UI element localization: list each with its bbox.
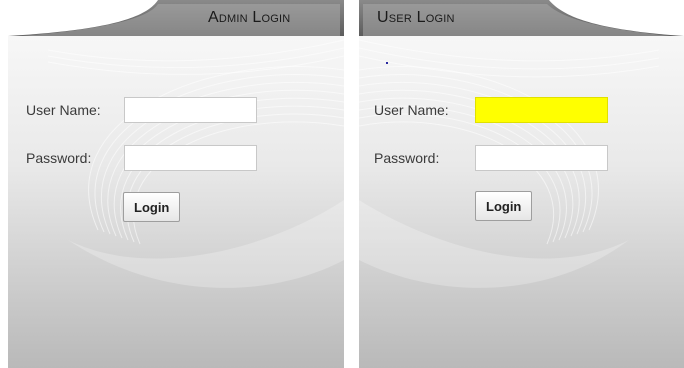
user-login-title: User Login	[377, 9, 455, 26]
admin-password-input[interactable]	[124, 145, 257, 171]
admin-login-title: Admin Login	[208, 9, 291, 26]
admin-login-button[interactable]: Login	[123, 192, 181, 222]
user-username-label: User Name:	[374, 102, 449, 118]
admin-panel-background	[8, 0, 344, 368]
admin-login-panel: Admin Login User Name: Password: Login	[8, 0, 344, 368]
user-username-input[interactable]	[475, 97, 608, 123]
admin-username-label: User Name:	[26, 102, 101, 118]
user-password-input[interactable]	[475, 145, 608, 171]
user-panel-background	[359, 0, 684, 368]
admin-username-input[interactable]	[124, 97, 257, 123]
user-password-label: Password:	[374, 150, 440, 166]
focus-marker-dot	[386, 62, 388, 64]
user-login-button[interactable]: Login	[475, 191, 533, 221]
admin-password-label: Password:	[26, 150, 92, 166]
user-login-panel: User Login User Name: Password: Login	[359, 0, 684, 368]
